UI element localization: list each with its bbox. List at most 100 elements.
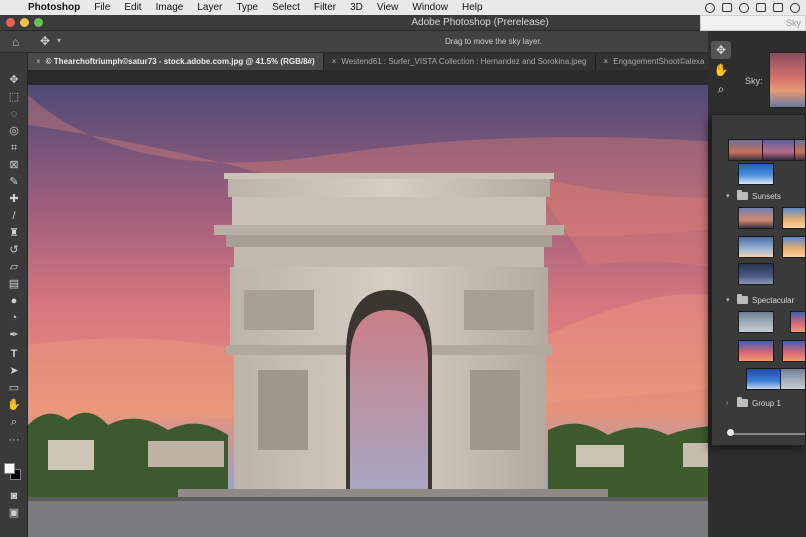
close-tab-icon[interactable]: × bbox=[36, 57, 41, 66]
menu-filter[interactable]: Filter bbox=[307, 0, 343, 15]
brush-tool-icon[interactable]: / bbox=[4, 209, 24, 224]
sky-preset-thumb[interactable] bbox=[782, 236, 805, 258]
sky-zoom-tool-icon[interactable]: ⌕ bbox=[711, 80, 731, 98]
blur-tool-icon[interactable]: ● bbox=[4, 294, 24, 309]
sky-preset-thumb[interactable] bbox=[782, 207, 805, 229]
path-select-icon[interactable]: ➤ bbox=[4, 364, 24, 379]
gradient-tool-icon[interactable]: ▤ bbox=[4, 277, 24, 292]
tab-label: © Thearchoftriumph©satur73 - stock.adobe… bbox=[45, 57, 315, 66]
menu-layer[interactable]: Layer bbox=[190, 0, 229, 15]
sky-presets-popup: ▾ Sunsets ▾ Spectacular › Group 1 bbox=[711, 114, 806, 446]
tab-label: Westend61 : Surfer_VISTA Collection : He… bbox=[341, 57, 587, 66]
sky-preset-thumb[interactable] bbox=[738, 263, 774, 285]
sky-hand-tool-icon[interactable]: ✋ bbox=[711, 61, 731, 79]
sky-preset-thumb[interactable] bbox=[738, 340, 774, 362]
zoom-tool-icon[interactable]: ⌕ bbox=[4, 415, 24, 430]
group-group-1[interactable]: › Group 1 bbox=[726, 397, 781, 409]
sky-preset-thumb[interactable] bbox=[738, 311, 774, 333]
canvas-area[interactable] bbox=[28, 70, 708, 537]
menu-type[interactable]: Type bbox=[229, 0, 265, 15]
menu-window[interactable]: Window bbox=[405, 0, 455, 15]
folder-icon bbox=[737, 190, 748, 200]
sky-preset-thumb[interactable] bbox=[780, 368, 805, 390]
group-sunsets[interactable]: ▾ Sunsets bbox=[726, 190, 781, 202]
type-tool-icon[interactable]: T bbox=[4, 347, 24, 362]
menu-help[interactable]: Help bbox=[455, 0, 490, 15]
sky-preset-thumb[interactable] bbox=[790, 311, 805, 333]
sky-preview-thumbnail[interactable] bbox=[769, 52, 806, 108]
sky-preset-thumb[interactable] bbox=[762, 139, 798, 161]
cast-icon[interactable] bbox=[773, 3, 783, 12]
wifi-icon[interactable] bbox=[790, 2, 800, 13]
chevron-down-icon[interactable]: ▾ bbox=[57, 36, 61, 45]
options-bar: ⌂ ✥ ▾ Drag to move the sky layer. bbox=[0, 31, 806, 53]
options-hint: Drag to move the sky layer. bbox=[445, 37, 542, 46]
quick-mask-icon[interactable]: ◙ bbox=[4, 489, 24, 504]
screen-icon[interactable] bbox=[722, 3, 732, 12]
document-tabs: × © Thearchoftriumph©satur73 - stock.adob… bbox=[28, 53, 708, 70]
slider-handle[interactable] bbox=[727, 429, 734, 436]
sky-preset-thumb[interactable] bbox=[738, 236, 774, 258]
rectangle-tool-icon[interactable]: ▭ bbox=[4, 381, 24, 396]
sky-preset-thumb[interactable] bbox=[728, 139, 764, 161]
group-label: Sunsets bbox=[752, 191, 781, 201]
menu-image[interactable]: Image bbox=[149, 0, 191, 15]
marquee-tool-icon[interactable]: ⬚ bbox=[4, 90, 24, 105]
dodge-tool-icon[interactable]: ◔ bbox=[4, 311, 24, 326]
sky-preset-thumb[interactable] bbox=[738, 207, 774, 229]
sky-preset-thumb[interactable] bbox=[738, 163, 774, 185]
group-label: Group 1 bbox=[752, 398, 781, 408]
sky-search-field[interactable]: Sky bbox=[700, 15, 806, 31]
sky-preset-thumb[interactable] bbox=[794, 139, 805, 161]
more-tools-icon[interactable]: ··· bbox=[4, 433, 24, 448]
close-tab-icon[interactable]: × bbox=[604, 57, 609, 66]
chevron-down-icon[interactable]: ▾ bbox=[726, 192, 733, 200]
menu-bar: Photoshop File Edit Image Layer Type Sel… bbox=[0, 0, 806, 15]
healing-brush-icon[interactable]: ✚ bbox=[4, 192, 24, 207]
tab-document-1[interactable]: × © Thearchoftriumph©satur73 - stock.adob… bbox=[28, 53, 324, 70]
sky-preset-thumb[interactable] bbox=[782, 340, 805, 362]
document-image[interactable] bbox=[28, 85, 708, 537]
eraser-tool-icon[interactable]: ▱ bbox=[4, 260, 24, 275]
arc-de-triomphe-photo bbox=[28, 85, 708, 537]
close-tab-icon[interactable]: × bbox=[332, 57, 337, 66]
pen-tool-icon[interactable]: ✒ bbox=[4, 328, 24, 343]
title-bar: Adobe Photoshop (Prerelease) bbox=[0, 15, 806, 31]
move-tool-preset-icon[interactable]: ✥ bbox=[40, 34, 50, 48]
screen-mode-icon[interactable]: ▣ bbox=[4, 506, 24, 521]
group-spectacular[interactable]: ▾ Spectacular bbox=[726, 294, 794, 306]
menu-edit[interactable]: Edit bbox=[117, 0, 148, 15]
group-label: Spectacular bbox=[752, 295, 795, 305]
clone-stamp-icon[interactable]: ♜ bbox=[4, 226, 24, 241]
menu-view[interactable]: View bbox=[370, 0, 406, 15]
history-brush-icon[interactable]: ↺ bbox=[4, 243, 24, 258]
tab-document-3[interactable]: × EngagementShoot©alexa bbox=[595, 53, 708, 70]
foreground-color-swatch[interactable] bbox=[4, 463, 15, 474]
lasso-tool-icon[interactable]: ◌ bbox=[4, 107, 24, 122]
menu-3d[interactable]: 3D bbox=[343, 0, 370, 15]
quick-select-tool-icon[interactable]: ◎ bbox=[4, 124, 24, 139]
hand-tool-icon[interactable]: ✋ bbox=[4, 398, 24, 413]
eyedropper-tool-icon[interactable]: ✎ bbox=[4, 175, 24, 190]
arc-monument bbox=[178, 173, 608, 499]
timemachine-icon[interactable] bbox=[739, 2, 749, 13]
folder-icon bbox=[737, 397, 748, 407]
chevron-right-icon[interactable]: › bbox=[726, 400, 733, 407]
thumbnail-size-slider[interactable] bbox=[730, 433, 805, 435]
display-icon[interactable] bbox=[756, 3, 766, 12]
menu-file[interactable]: File bbox=[87, 0, 117, 15]
home-icon[interactable]: ⌂ bbox=[12, 35, 19, 49]
status-icons bbox=[705, 0, 806, 15]
move-tool-icon[interactable]: ✥ bbox=[4, 73, 24, 88]
sky-move-tool-icon[interactable]: ✥ bbox=[711, 41, 731, 59]
window-title: Adobe Photoshop (Prerelease) bbox=[411, 17, 549, 28]
frame-tool-icon[interactable]: ⊠ bbox=[4, 158, 24, 173]
menu-select[interactable]: Select bbox=[265, 0, 307, 15]
tools-panel: ✥ ⬚ ◌ ◎ ⌗ ⊠ ✎ ✚ / ♜ ↺ ▱ ▤ ● ◔ ✒ T ➤ ▭ ✋ … bbox=[0, 53, 28, 537]
chevron-down-icon[interactable]: ▾ bbox=[726, 296, 733, 304]
tab-document-2[interactable]: × Westend61 : Surfer_VISTA Collection : H… bbox=[323, 53, 596, 70]
menu-photoshop[interactable]: Photoshop bbox=[26, 0, 87, 15]
sky-preset-thumb[interactable] bbox=[746, 368, 782, 390]
crop-tool-icon[interactable]: ⌗ bbox=[4, 141, 24, 156]
creative-cloud-icon[interactable] bbox=[705, 2, 715, 13]
